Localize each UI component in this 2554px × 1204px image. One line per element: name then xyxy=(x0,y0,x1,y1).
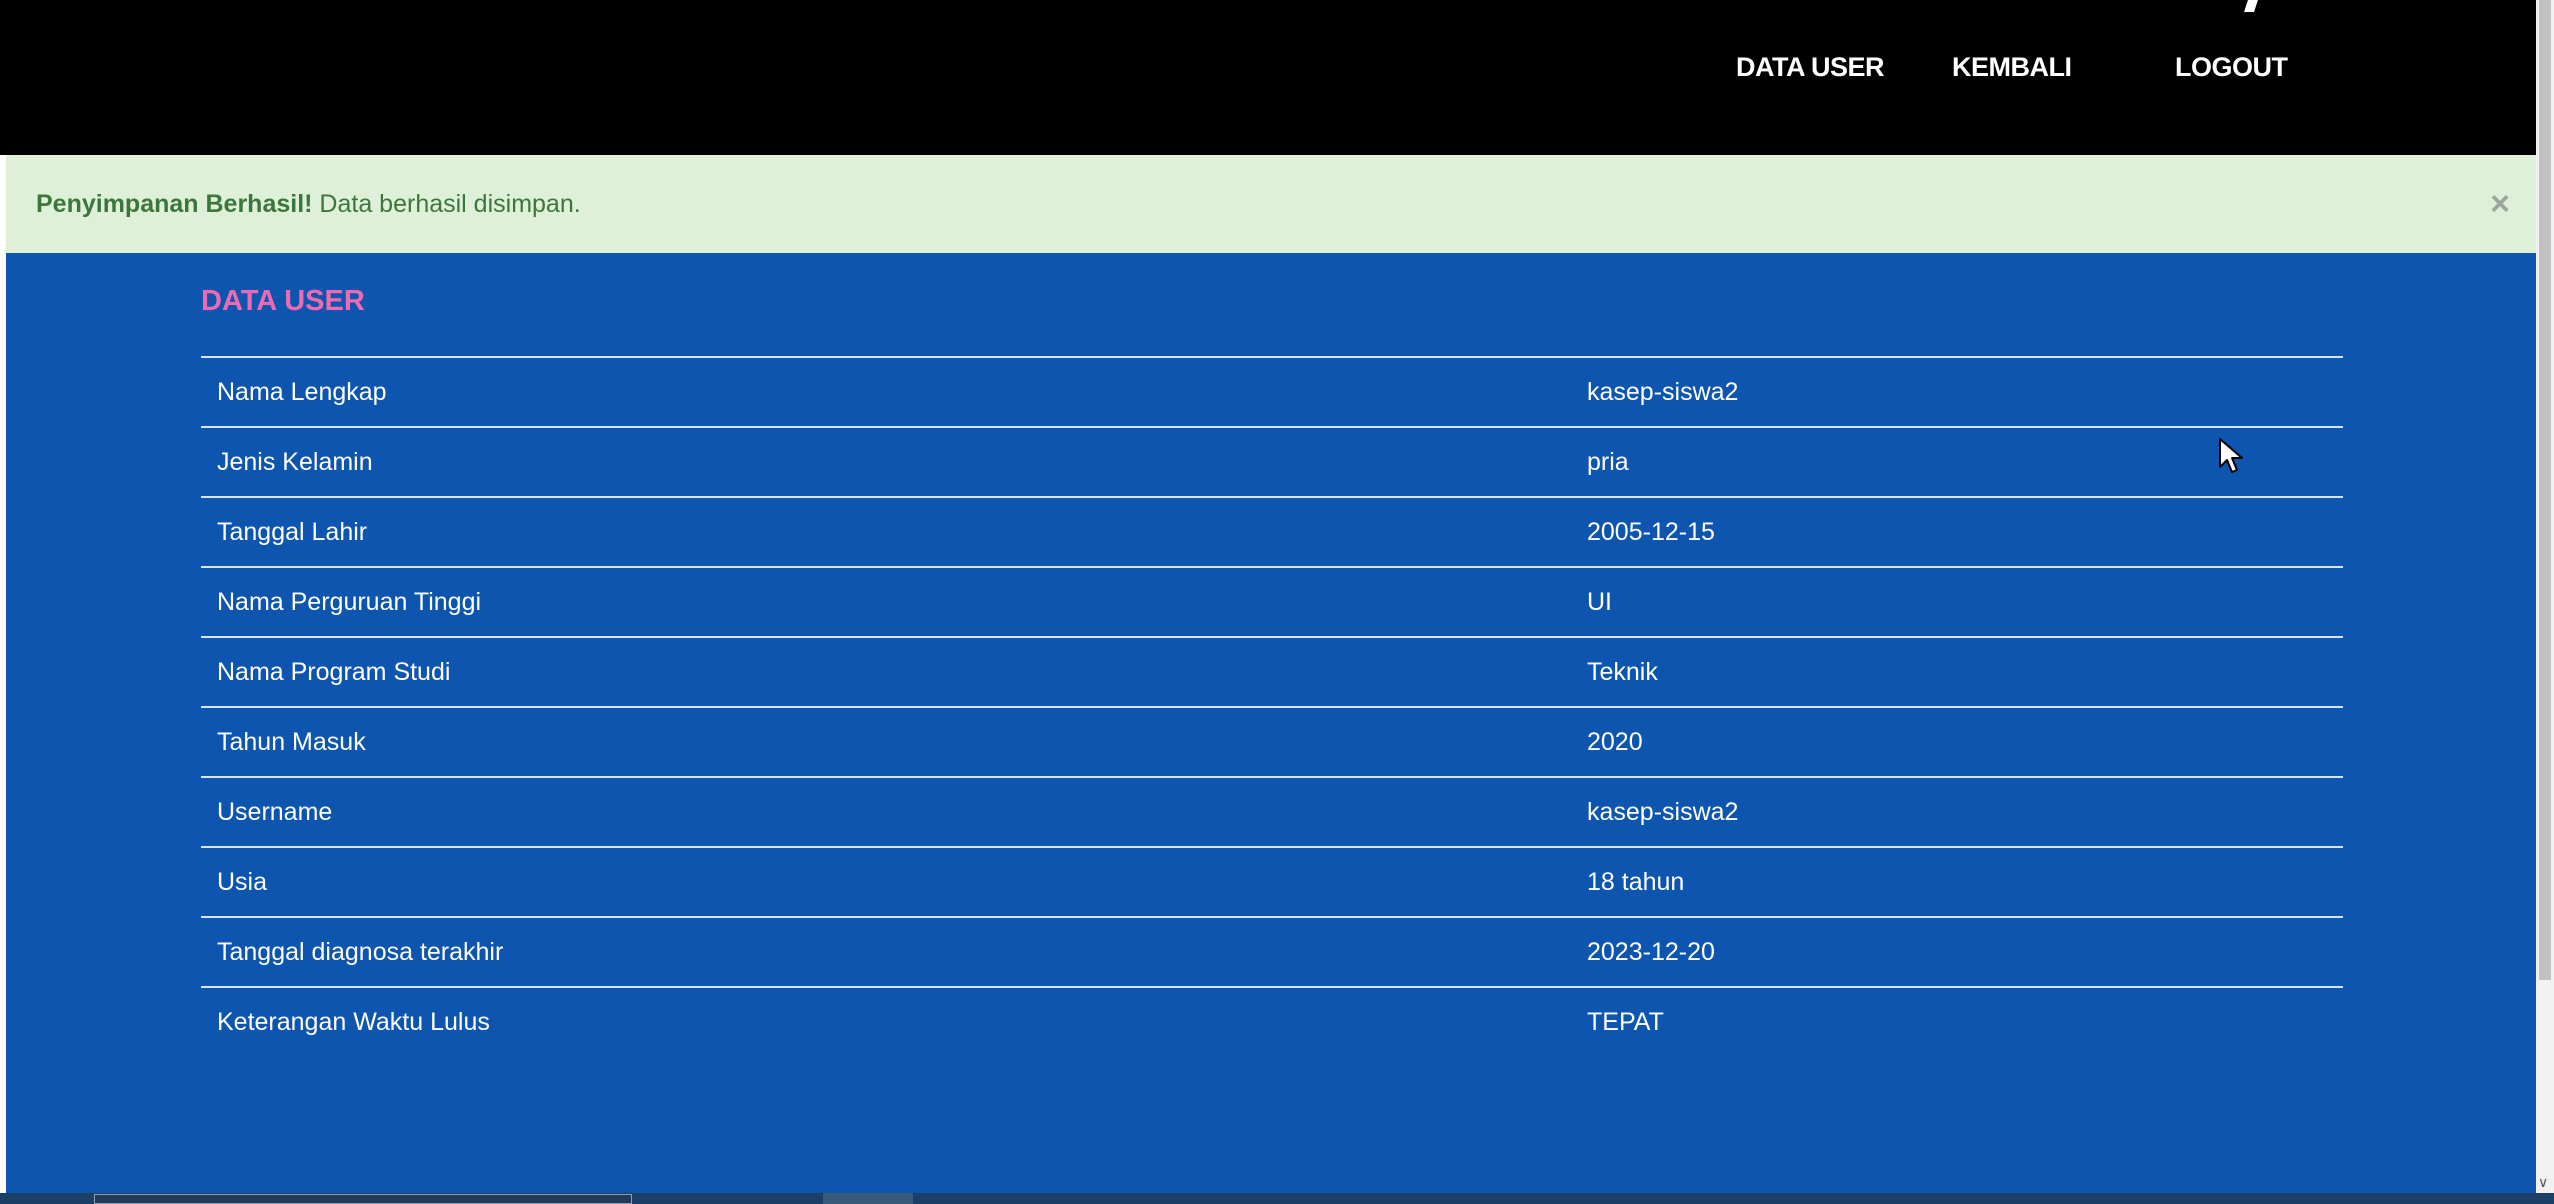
page-title: DATA USER xyxy=(201,285,365,317)
table-row: Jenis Kelamin pria xyxy=(201,428,2343,498)
row-value: UI xyxy=(1587,588,1612,616)
table-row: Nama Lengkap kasep-siswa2 xyxy=(201,358,2343,428)
row-value: kasep-siswa2 xyxy=(1587,378,1739,406)
mouse-cursor-icon xyxy=(2219,438,2243,473)
table-row: Tahun Masuk 2020 xyxy=(201,708,2343,778)
nav-logout-link[interactable]: LOGOUT xyxy=(2175,52,2288,83)
success-alert: Penyimpanan Berhasil! Data berhasil disi… xyxy=(6,155,2536,253)
vertical-scrollbar[interactable]: ∨ xyxy=(2536,0,2554,1193)
table-row: Tanggal Lahir 2005-12-15 xyxy=(201,498,2343,568)
nav-kembali-link[interactable]: KEMBALI xyxy=(1952,52,2072,83)
row-label: Nama Program Studi xyxy=(217,658,451,686)
row-value: kasep-siswa2 xyxy=(1587,798,1739,826)
row-label: Keterangan Waktu Lulus xyxy=(217,1008,490,1036)
row-value: pria xyxy=(1587,448,1629,476)
row-value: Teknik xyxy=(1587,658,1658,686)
scroll-thumb[interactable] xyxy=(2539,0,2551,980)
page: DATA USER KEMBALI LOGOUT Penyimpanan Ber… xyxy=(0,0,2554,1204)
decorative-mark xyxy=(2244,0,2258,12)
row-label: Username xyxy=(217,798,333,826)
row-label: Tanggal Lahir xyxy=(217,518,368,546)
row-value: 2005-12-15 xyxy=(1587,518,1715,546)
row-label: Nama Perguruan Tinggi xyxy=(217,588,482,616)
bottom-tab xyxy=(823,1193,913,1204)
nav-data-user-link[interactable]: DATA USER xyxy=(1736,52,1885,83)
alert-message: Data berhasil disimpan. xyxy=(312,190,581,218)
alert-strong-text: Penyimpanan Berhasil! xyxy=(36,190,313,218)
table-row: Keterangan Waktu Lulus TEPAT xyxy=(201,988,2343,1056)
bottom-panel xyxy=(94,1194,632,1204)
table-row: Usia 18 tahun xyxy=(201,848,2343,918)
row-label: Jenis Kelamin xyxy=(217,448,373,476)
row-value: 2023-12-20 xyxy=(1587,938,1715,966)
row-label: Usia xyxy=(217,868,268,896)
alert-text: Penyimpanan Berhasil! Data berhasil disi… xyxy=(36,190,581,219)
table-row: Nama Program Studi Teknik xyxy=(201,638,2343,708)
table-row: Nama Perguruan Tinggi UI xyxy=(201,568,2343,638)
top-navbar: DATA USER KEMBALI LOGOUT xyxy=(0,0,2536,155)
row-label: Nama Lengkap xyxy=(217,378,387,406)
chevron-down-icon[interactable]: ∨ xyxy=(2538,1175,2548,1189)
row-label: Tahun Masuk xyxy=(217,728,366,756)
user-data-table: Nama Lengkap kasep-siswa2 Jenis Kelamin … xyxy=(201,356,2343,1056)
table-row: Username kasep-siswa2 xyxy=(201,778,2343,848)
row-value: TEPAT xyxy=(1587,1008,1664,1036)
row-label: Tanggal diagnosa terakhir xyxy=(217,938,504,966)
table-row: Tanggal diagnosa terakhir 2023-12-20 xyxy=(201,918,2343,988)
main-content: DATA USER Nama Lengkap kasep-siswa2 Jeni… xyxy=(6,253,2536,1193)
row-value: 2020 xyxy=(1587,728,1643,756)
close-icon[interactable]: × xyxy=(2490,187,2510,221)
row-value: 18 tahun xyxy=(1587,868,1685,896)
